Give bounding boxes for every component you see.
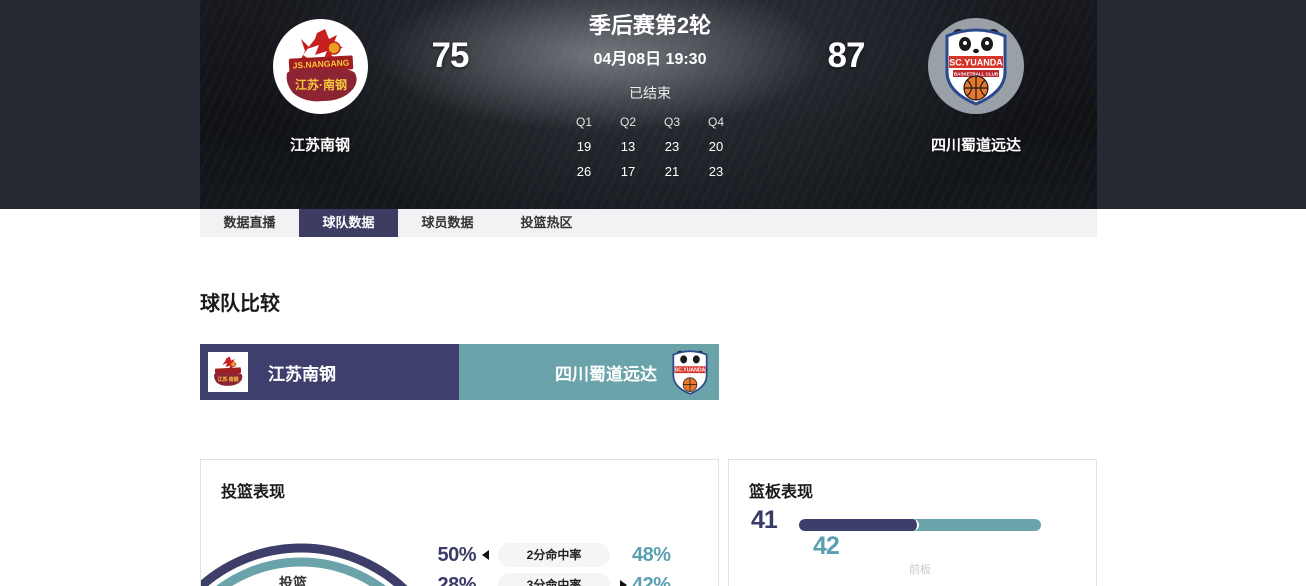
tabbar-wrap: 数据直播 球队数据 球员数据 投篮热区 <box>0 209 1306 237</box>
rebound-comparison-bar <box>799 519 1041 531</box>
quarter-label: Q2 <box>610 115 646 129</box>
home-team-mini-logo: 江苏·南钢 <box>208 352 248 392</box>
rebound-performance-card: 篮板表现 41 42 前板 <box>728 459 1097 586</box>
svg-text:SC.YUANDA: SC.YUANDA <box>675 368 706 374</box>
gauge-label: 投篮 <box>279 573 307 586</box>
away-team-mini-logo: SC.YUANDA <box>671 349 709 395</box>
comparison-away-name: 四川蜀道远达 <box>555 360 657 385</box>
home-team-name: 江苏南钢 <box>220 134 420 155</box>
quarter-label: Q1 <box>566 115 602 129</box>
quarter-scores-table: Q1 Q2 Q3 Q4 19 13 23 20 26 17 21 23 <box>566 115 734 179</box>
home-team-logo: JS.NANGANG 江苏·南钢 <box>273 19 368 114</box>
home-2pt-pct: 50% <box>426 544 476 567</box>
tab-player-data[interactable]: 球员数据 <box>398 209 497 237</box>
stat-label-2pt: 2分命中率 <box>498 543 610 567</box>
quarter-label: Q4 <box>698 115 734 129</box>
quarter-labels-row: Q1 Q2 Q3 Q4 <box>566 115 734 129</box>
rebound-bar-home-segment <box>799 519 919 531</box>
away-quarter-scores-row: 26 17 21 23 <box>566 164 734 179</box>
match-datetime: 04月08日 19:30 <box>538 45 762 69</box>
main-content: 球队比较 江苏·南钢 江苏南钢 四川蜀道远达 <box>0 287 1306 586</box>
page: JS.NANGANG 江苏·南钢 江苏南钢 75 季后赛第2轮 04月08日 1… <box>0 0 1306 586</box>
tab-team-data[interactable]: 球队数据 <box>299 209 398 237</box>
away-team-logo: SC.YUANDA BASKETBALL CLUB <box>928 18 1024 114</box>
comparison-away-half: 四川蜀道远达 SC.YUANDA <box>459 344 719 400</box>
shooting-stat-rows: 50% 2分命中率 48% 28% 3分命中率 42% <box>426 540 706 586</box>
away-quarter-score: 17 <box>610 164 646 179</box>
away-quarter-score: 21 <box>654 164 690 179</box>
away-team-logo-graphic: SC.YUANDA BASKETBALL CLUB <box>943 26 1009 106</box>
tab-data-live[interactable]: 数据直播 <box>200 209 299 237</box>
match-info: 季后赛第2轮 04月08日 19:30 已结束 Q1 Q2 Q3 Q4 19 1… <box>538 8 762 179</box>
tabbar: 数据直播 球队数据 球员数据 投篮热区 <box>200 209 1097 237</box>
home-leader-arrow-icon <box>482 550 489 560</box>
home-score: 75 <box>410 36 490 76</box>
match-header: JS.NANGANG 江苏·南钢 江苏南钢 75 季后赛第2轮 04月08日 1… <box>0 0 1306 209</box>
home-team-mini-logo-graphic: 江苏·南钢 <box>211 355 245 389</box>
team-comparison-bar: 江苏·南钢 江苏南钢 四川蜀道远达 SC.YUANDA <box>200 344 719 400</box>
stat-row-3pt: 28% 3分命中率 42% <box>426 570 706 586</box>
stat-label-3pt: 3分命中率 <box>498 573 610 586</box>
tab-shot-zones[interactable]: 投篮热区 <box>497 209 596 237</box>
comparison-home-name: 江苏南钢 <box>268 360 336 385</box>
home-team-logo-graphic: JS.NANGANG 江苏·南钢 <box>279 25 363 109</box>
away-leader-arrow-icon <box>620 580 627 586</box>
home-3pt-pct: 28% <box>426 574 476 586</box>
rebound-sub-label: 前板 <box>799 561 1041 577</box>
svg-text:江苏·南钢: 江苏·南钢 <box>295 77 347 92</box>
round-title: 季后赛第2轮 <box>538 8 762 40</box>
home-rebounds-value: 41 <box>751 506 777 535</box>
home-quarter-scores-row: 19 13 23 20 <box>566 139 734 154</box>
home-quarter-score: 13 <box>610 139 646 154</box>
away-quarter-score: 23 <box>698 164 734 179</box>
away-score: 87 <box>806 36 886 76</box>
quarter-label: Q3 <box>654 115 690 129</box>
section-title: 球队比较 <box>200 287 1306 316</box>
away-2pt-pct: 48% <box>632 544 682 567</box>
home-quarter-score: 19 <box>566 139 602 154</box>
svg-text:SC.YUANDA: SC.YUANDA <box>949 58 1003 68</box>
away-rebounds-value: 42 <box>813 532 839 561</box>
stat-row-2pt: 50% 2分命中率 48% <box>426 540 706 570</box>
stats-cards-row: 投篮表现 投篮 50% 2分命中率 48% 28% <box>200 459 1306 586</box>
comparison-home-half: 江苏·南钢 江苏南钢 <box>200 344 459 400</box>
home-quarter-score: 23 <box>654 139 690 154</box>
shooting-performance-card: 投篮表现 投篮 50% 2分命中率 48% 28% <box>200 459 719 586</box>
away-quarter-score: 26 <box>566 164 602 179</box>
match-status: 已结束 <box>538 83 762 103</box>
away-team-name: 四川蜀道远达 <box>876 134 1076 155</box>
home-quarter-score: 20 <box>698 139 734 154</box>
rebound-card-title: 篮板表现 <box>749 478 813 502</box>
away-3pt-pct: 42% <box>632 574 682 586</box>
